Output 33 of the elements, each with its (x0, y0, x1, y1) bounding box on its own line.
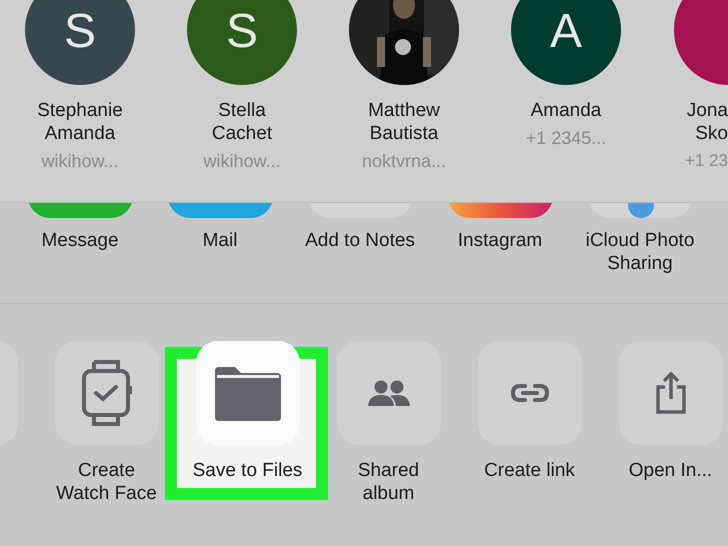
share-icon (654, 371, 686, 415)
app-label: iCloud Photo Sharing (584, 229, 696, 275)
watch-icon (80, 360, 134, 426)
action-label: Shared album (356, 459, 420, 505)
link-icon (510, 384, 548, 402)
contact-avatar[interactable]: S (187, 0, 297, 85)
contact-detail: +1 23 (684, 150, 728, 172)
contact-name: Stella Cachet (210, 99, 274, 145)
action-label: Create link (483, 459, 576, 482)
app-label: Mail (202, 229, 238, 252)
action-button[interactable] (54, 341, 158, 445)
contact-detail: wikihow... (203, 150, 281, 172)
contact-avatar[interactable]: S (25, 0, 135, 85)
people-icon (368, 380, 410, 406)
folder-icon (212, 365, 282, 421)
app-label: Message (40, 229, 120, 252)
contact-name: Stephanie Amanda (36, 99, 124, 145)
action-label: Open In... (628, 459, 714, 482)
contact-name: Jona Sko (686, 99, 728, 145)
contact-detail: +1 2345... (526, 127, 606, 149)
contact-avatar[interactable]: A (511, 0, 621, 85)
app-label: Add to Notes (304, 229, 416, 252)
action-button[interactable] (618, 341, 722, 445)
action-label: Create Watch Face (55, 459, 158, 505)
contact-detail: wikihow... (41, 150, 119, 172)
action-label: Save to Files (192, 459, 304, 482)
contact-name: Matthew Bautista (367, 99, 441, 145)
app-label: Instagram (456, 229, 544, 252)
action-button[interactable] (336, 341, 440, 445)
action-button[interactable] (196, 341, 300, 445)
action-button[interactable] (478, 341, 582, 445)
contact-detail: noktvrna... (362, 150, 446, 172)
contact-name: Amanda (530, 99, 602, 122)
